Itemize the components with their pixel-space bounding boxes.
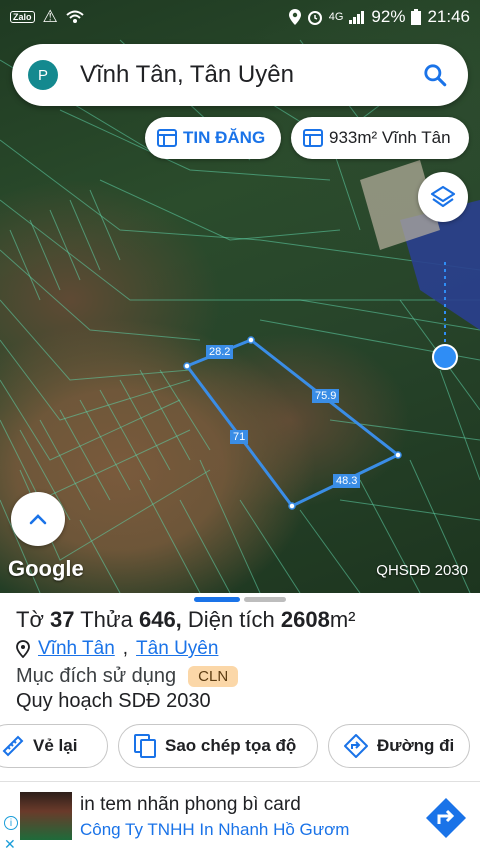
ad-info-icon[interactable]: i — [4, 816, 18, 830]
signal-icon — [349, 11, 365, 24]
my-location-dot — [432, 344, 458, 370]
network-type: 4G — [328, 11, 344, 23]
edge-label: 71 — [230, 430, 249, 444]
layers-button[interactable] — [418, 172, 468, 222]
location-line: Vĩnh Tân, Tân Uyên — [16, 638, 218, 660]
edge-label: 28.2 — [206, 345, 234, 359]
purpose-label: Mục đích sử dụng — [16, 665, 177, 687]
avatar[interactable]: P — [28, 60, 58, 90]
google-logo: Google — [8, 556, 84, 581]
search-query[interactable]: Vĩnh Tân, Tân Uyên — [80, 61, 294, 89]
location-pin-icon — [288, 9, 301, 25]
table-icon — [303, 129, 323, 147]
area-chip[interactable]: 933m² Vĩnh Tân — [291, 117, 469, 159]
plot-prefix: Thửa — [80, 607, 133, 632]
copy-icon — [134, 734, 156, 758]
clock: 21:46 — [427, 7, 470, 26]
ruler-icon — [2, 735, 24, 757]
map-layer-label: QHSDĐ 2030 — [376, 562, 468, 579]
listing-chip-label: TIN ĐĂNG — [183, 128, 266, 147]
sheet-number: 37 — [50, 607, 75, 632]
land-use-purpose: Mục đích sử dụng CLN — [16, 665, 239, 688]
ad-banner[interactable]: i ✕ in tem nhãn phong bì card Công Ty TN… — [0, 781, 480, 853]
parcel-summary: Tờ 37 Thửa 646, Diện tích 2608m² — [16, 607, 355, 633]
ad-subtitle[interactable]: Công Ty TNHH In Nhanh Hồ Gươm — [80, 820, 349, 840]
wifi-icon — [66, 10, 84, 23]
redraw-button[interactable]: Vẻ lại — [0, 724, 108, 768]
copy-coordinates-button[interactable]: Sao chép tọa độ — [118, 724, 318, 768]
edge-label: 75.9 — [312, 389, 340, 403]
warning-icon: ⚠ — [42, 7, 58, 26]
ad-title[interactable]: in tem nhãn phong bì card — [80, 794, 301, 816]
commune-link[interactable]: Vĩnh Tân — [38, 638, 115, 660]
layers-icon — [430, 185, 456, 208]
satellite-map[interactable]: 28.2 75.9 71 48.3 Zalo ⚠ 4G 92% 21:46 P … — [0, 0, 480, 593]
plot-number: 646, — [138, 607, 182, 632]
location-pin-icon — [16, 640, 30, 658]
ad-thumbnail[interactable] — [20, 792, 72, 840]
search-bar[interactable]: P Vĩnh Tân, Tân Uyên — [12, 44, 468, 106]
area-unit: m² — [329, 607, 356, 632]
plan-label: Quy hoạch SDĐ 2030 — [16, 690, 211, 712]
redraw-label: Vẻ lại — [33, 736, 78, 755]
sheet-prefix: Tờ — [16, 607, 44, 632]
zalo-icon: Zalo — [10, 11, 35, 23]
sheet-handle-active[interactable] — [194, 597, 240, 602]
district-link[interactable]: Tân Uyên — [136, 638, 218, 660]
area-value: 2608 — [280, 607, 330, 632]
action-row: Vẻ lại Sao chép tọa độ Đường đi — [0, 724, 480, 770]
battery-icon — [411, 9, 422, 25]
directions-button[interactable]: Đường đi — [328, 724, 470, 768]
area-prefix: Diện tích — [187, 607, 275, 632]
area-chip-label: 933m² Vĩnh Tân — [329, 128, 451, 147]
selected-parcel-outline — [184, 338, 401, 508]
edge-label: 48.3 — [333, 474, 361, 488]
ad-close-icon[interactable]: ✕ — [4, 836, 16, 853]
expand-up-button[interactable] — [11, 492, 65, 546]
status-bar: Zalo ⚠ 4G 92% 21:46 — [0, 0, 480, 34]
directions-icon — [344, 734, 368, 758]
battery-percent: 92% — [371, 7, 406, 26]
search-icon[interactable] — [422, 62, 448, 88]
parcel-info-sheet: Tờ 37 Thửa 646, Diện tích 2608m² Vĩnh Tâ… — [0, 593, 480, 781]
sheet-handle[interactable] — [244, 597, 286, 602]
purpose-badge: CLN — [188, 666, 239, 687]
alarm-icon — [307, 11, 322, 25]
listing-chip[interactable]: TIN ĐĂNG — [145, 117, 281, 159]
directions-label: Đường đi — [377, 736, 455, 755]
ad-directions-icon[interactable] — [424, 796, 468, 840]
chevron-up-icon — [29, 514, 47, 525]
table-icon — [157, 129, 177, 147]
copy-coordinates-label: Sao chép tọa độ — [165, 736, 297, 755]
